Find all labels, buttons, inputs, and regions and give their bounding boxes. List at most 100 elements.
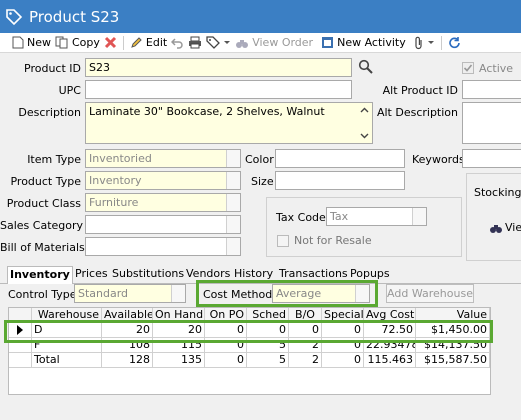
- attachment-button[interactable]: [412, 34, 437, 52]
- search-icon[interactable]: [358, 59, 374, 75]
- alt-product-id-label: Alt Product ID: [382, 84, 458, 97]
- new-button[interactable]: New: [10, 34, 53, 52]
- product-class-value: Furniture: [89, 196, 139, 209]
- product-id-label: Product ID: [24, 62, 81, 75]
- scroll-down-icon[interactable]: [360, 133, 369, 139]
- tab-prices[interactable]: Prices: [73, 266, 110, 284]
- dropdown-button[interactable]: [412, 208, 426, 225]
- scroll-up-icon[interactable]: [360, 107, 369, 113]
- cell-on-po: 0: [205, 353, 247, 368]
- view-order-label: View Order: [252, 36, 314, 49]
- dropdown-button[interactable]: [226, 172, 240, 189]
- alt-description-field[interactable]: [462, 102, 521, 144]
- cell-bo: 2: [289, 353, 322, 368]
- refresh-icon: [448, 37, 460, 49]
- cell-available: 128: [102, 353, 153, 368]
- stocking-label: Stocking U: [474, 186, 521, 199]
- product-type-value: Inventory: [89, 174, 142, 187]
- tax-code-select[interactable]: Tax: [326, 207, 427, 226]
- row-selector: [9, 353, 32, 368]
- new-activity-label: New Activity: [337, 36, 406, 49]
- toolbar: New Copy Edit View Order New Activity: [0, 33, 521, 53]
- add-warehouse-button[interactable]: Add Warehouse: [386, 284, 474, 303]
- binoculars-icon: [236, 39, 249, 48]
- bom-select[interactable]: [85, 237, 241, 256]
- alt-description-label: Alt Description: [376, 106, 458, 119]
- stocking-panel: Stocking U Vie: [466, 173, 521, 261]
- cell-special: 0: [322, 353, 364, 368]
- active-label: Active: [479, 62, 514, 75]
- description-field[interactable]: Laminate 30" Bookcase, 2 Shelves, Walnut: [85, 102, 373, 144]
- delete-x-icon: [104, 36, 116, 49]
- cell-avg-cost: 115.463: [364, 353, 416, 368]
- undo-icon: [171, 38, 183, 49]
- binoculars-icon[interactable]: [489, 222, 503, 234]
- cell-value: $15,587.50: [416, 353, 490, 368]
- cost-method-label: Cost Method: [203, 288, 273, 301]
- dropdown-button[interactable]: [226, 194, 240, 211]
- warehouse-d-row-highlight: [4, 320, 493, 343]
- dropdown-arrow-icon: [427, 40, 434, 44]
- tab-inventory[interactable]: Inventory: [7, 266, 73, 285]
- product-class-select[interactable]: Furniture: [85, 193, 241, 212]
- copy-label: Copy: [72, 36, 100, 49]
- dropdown-button[interactable]: [226, 150, 240, 167]
- cost-method-value: Average: [276, 287, 322, 300]
- new-activity-button[interactable]: New Activity: [319, 34, 408, 52]
- view-label[interactable]: Vie: [505, 221, 521, 234]
- control-type-select[interactable]: Standard: [74, 284, 186, 303]
- tax-code-value: Tax: [330, 210, 349, 223]
- window-title: Product S23: [29, 7, 120, 26]
- undo-button[interactable]: [169, 34, 186, 52]
- cell-warehouse: Total: [32, 353, 102, 368]
- active-checkbox[interactable]: [462, 62, 474, 74]
- tag-menu-button[interactable]: [204, 34, 233, 52]
- alt-product-id-field[interactable]: [462, 80, 521, 99]
- product-type-label: Product Type: [10, 175, 81, 188]
- paperclip-icon: [415, 36, 422, 49]
- color-field[interactable]: [275, 149, 405, 168]
- keywords-field[interactable]: [462, 149, 521, 168]
- sales-category-select[interactable]: [85, 215, 241, 234]
- new-document-icon: [12, 36, 24, 49]
- sales-category-label: Sales Category: [0, 219, 84, 232]
- copy-button[interactable]: Copy: [53, 34, 102, 52]
- product-id-field[interactable]: S23: [85, 58, 352, 77]
- print-button[interactable]: [186, 34, 204, 52]
- pencil-icon: [131, 37, 142, 48]
- edit-button[interactable]: Edit: [128, 34, 169, 52]
- delete-button[interactable]: [102, 34, 119, 52]
- refresh-button[interactable]: [446, 34, 463, 52]
- view-order-button[interactable]: View Order: [233, 34, 315, 52]
- dropdown-arrow-icon: [224, 40, 231, 44]
- dropdown-button[interactable]: [355, 285, 369, 302]
- new-label: New: [27, 36, 51, 49]
- size-label: Size: [251, 175, 274, 188]
- item-type-label: Item Type: [27, 153, 81, 166]
- dropdown-button[interactable]: [171, 285, 185, 302]
- cell-on-hand: 135: [153, 353, 205, 368]
- dropdown-button[interactable]: [226, 216, 240, 233]
- tax-panel: Tax Code Tax Not for Resale: [266, 197, 462, 257]
- title-bar: Product S23: [0, 0, 521, 33]
- dropdown-button[interactable]: [226, 238, 240, 255]
- item-type-select[interactable]: Inventoried: [85, 149, 241, 168]
- not-for-resale-label: Not for Resale: [294, 234, 372, 247]
- control-type-label: Control Type: [8, 288, 77, 301]
- tag-icon: [206, 36, 221, 49]
- checkmark-icon: [463, 64, 473, 72]
- size-field[interactable]: [275, 171, 405, 190]
- not-for-resale-checkbox[interactable]: [277, 235, 289, 247]
- product-class-label: Product Class: [6, 197, 81, 210]
- upc-label: UPC: [58, 84, 81, 97]
- upc-field[interactable]: [85, 80, 352, 99]
- tab-substitutions[interactable]: Substitutions: [110, 266, 186, 284]
- keywords-label: Keywords: [412, 153, 465, 166]
- product-type-select[interactable]: Inventory: [85, 171, 241, 190]
- product-tag-icon: [6, 8, 23, 25]
- printer-icon: [189, 36, 202, 49]
- total-row: Total 128 135 0 5 2 0 115.463 $15,587.50: [9, 353, 490, 368]
- copy-icon: [55, 36, 68, 49]
- cost-method-select[interactable]: Average: [272, 284, 370, 303]
- activity-icon: [322, 37, 334, 48]
